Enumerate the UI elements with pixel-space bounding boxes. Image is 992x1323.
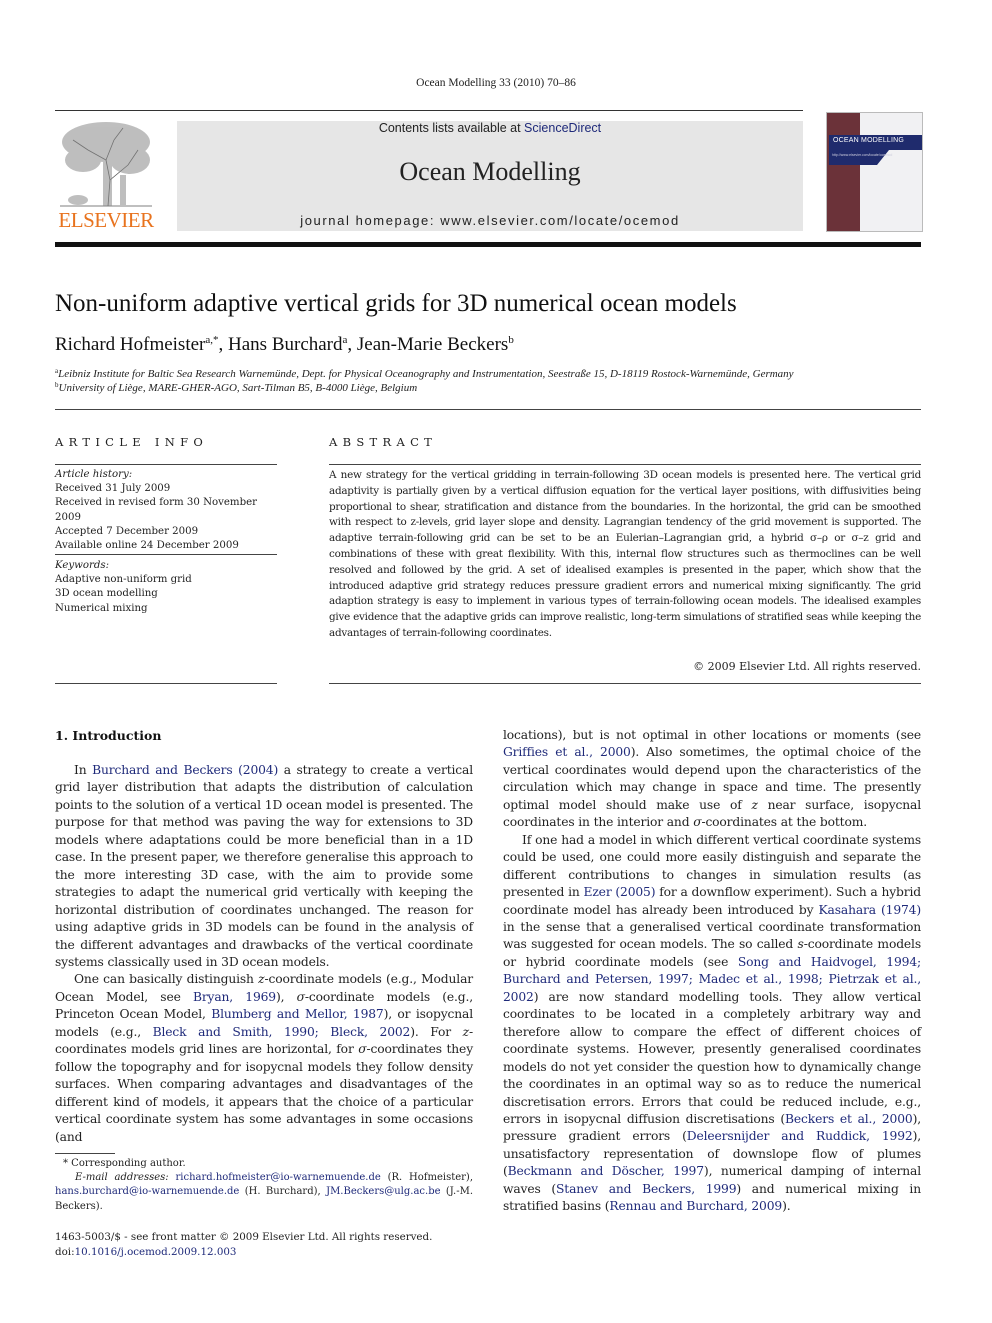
- paragraph: If one had a model in which different ve…: [503, 832, 922, 1214]
- author-affil-marker[interactable]: a,*: [205, 334, 218, 346]
- affiliation-b: bUniversity of Liège, MARE-GHER-AGO, Sar…: [55, 381, 417, 394]
- keywords: Keywords: Adaptive non-uniform grid 3D o…: [55, 559, 277, 616]
- math-symbol: z: [258, 972, 265, 987]
- journal-title: Ocean Modelling: [399, 157, 581, 186]
- keywords-label: Keywords:: [55, 560, 110, 571]
- email-link[interactable]: JM.Beckers@ulg.ac.be: [326, 1186, 440, 1197]
- author-name[interactable]: Richard Hofmeister: [55, 334, 205, 355]
- doi-prefix: doi:: [55, 1245, 75, 1258]
- divider: [55, 464, 277, 465]
- divider: [55, 409, 921, 410]
- divider: [329, 464, 921, 465]
- article-title: Non-uniform adaptive vertical grids for …: [55, 290, 737, 317]
- divider: [329, 683, 921, 684]
- math-symbol: σ: [358, 1042, 367, 1057]
- math-symbol: σ: [693, 815, 702, 830]
- math-symbol: σ: [296, 989, 305, 1004]
- abstract-heading: ABSTRACT: [329, 435, 438, 449]
- history-label: Article history:: [55, 469, 133, 480]
- citation-link[interactable]: Griffies et al., 2000: [503, 745, 631, 759]
- elsevier-logo[interactable]: ELSEVIER: [54, 120, 158, 232]
- citation-link[interactable]: Beckmann and Döscher, 1997: [508, 1164, 704, 1178]
- cover-maroon-strip: [827, 113, 860, 231]
- keyword: Adaptive non-uniform grid: [55, 574, 192, 586]
- citation-link[interactable]: Song and Haidvogel, 1994; Burchard and P…: [503, 955, 921, 1004]
- author-affil-marker[interactable]: b: [508, 334, 514, 346]
- math-symbol: z: [751, 797, 758, 812]
- keyword: Numerical mixing: [55, 602, 148, 614]
- citation-link[interactable]: Beckers et al., 2000: [785, 1112, 913, 1126]
- email-owner: (R. Hofmeister),: [380, 1172, 473, 1184]
- sciencedirect-link[interactable]: ScienceDirect: [524, 121, 601, 135]
- author-name[interactable]: Hans Burchard: [228, 334, 343, 355]
- abstract-text: A new strategy for the vertical gridding…: [329, 469, 921, 639]
- corresponding-author-note: * Corresponding author.: [63, 1158, 186, 1169]
- contents-line: Contents lists available at ScienceDirec…: [177, 121, 803, 135]
- keyword: 3D ocean modelling: [55, 588, 158, 600]
- affiliation-a: aLeibniz Institute for Baltic Sea Resear…: [55, 367, 794, 380]
- citation-link[interactable]: Stanev and Beckers, 1999: [556, 1182, 737, 1196]
- citation-link[interactable]: Bryan, 1969: [193, 990, 276, 1004]
- masthead-rule: [55, 242, 921, 247]
- history-item: Received 31 July 2009: [55, 483, 171, 495]
- citation-link[interactable]: Burchard and Beckers (2004): [92, 763, 278, 777]
- email-link[interactable]: hans.burchard@io-warnemuende.de: [55, 1186, 239, 1197]
- journal-banner: Contents lists available at ScienceDirec…: [177, 121, 803, 231]
- history-item: Accepted 7 December 2009: [55, 525, 199, 537]
- header-rule: [55, 110, 803, 111]
- journal-cover-image[interactable]: OCEAN MODELLING http://www.elsevier.com/…: [826, 112, 923, 232]
- journal-homepage[interactable]: journal homepage: www.elsevier.com/locat…: [177, 213, 803, 228]
- article-history: Article history: Received 31 July 2009 R…: [55, 468, 277, 553]
- footnote-rule: [55, 1153, 115, 1154]
- author-separator: ,: [347, 334, 357, 355]
- email-link[interactable]: richard.hofmeister@io-warnemuende.de: [175, 1172, 380, 1183]
- affiliation-text: Leibniz Institute for Baltic Sea Researc…: [58, 368, 794, 380]
- footnote: * Corresponding author. E-mail addresses…: [55, 1157, 473, 1214]
- cover-title: OCEAN MODELLING: [833, 137, 905, 144]
- running-head: Ocean Modelling 33 (2010) 70–86: [416, 77, 576, 89]
- citation-link[interactable]: Ezer (2005): [584, 885, 656, 899]
- author-name[interactable]: Jean-Marie Beckers: [357, 334, 508, 355]
- abstract-copyright: © 2009 Elsevier Ltd. All rights reserved…: [693, 660, 921, 673]
- email-label: E-mail addresses:: [75, 1172, 169, 1184]
- elsevier-wordmark: ELSEVIER: [58, 208, 154, 232]
- affiliation-text: University of Liège, MARE-GHER-AGO, Sart…: [58, 382, 418, 394]
- math-symbol: z: [462, 1024, 470, 1039]
- doi-line: doi:10.1016/j.ocemod.2009.12.003: [55, 1245, 432, 1260]
- issn-line: 1463-5003/$ - see front matter © 2009 El…: [55, 1231, 433, 1243]
- math-symbol: s: [797, 937, 804, 952]
- body-column-right: locations), but is not optimal in other …: [503, 727, 921, 1216]
- article-info-heading: ARTICLE INFO: [55, 435, 209, 449]
- paragraph: locations), but is not optimal in other …: [503, 728, 921, 830]
- author-list: Richard Hofmeistera,*, Hans Burcharda, J…: [55, 334, 514, 356]
- paragraph: One can basically distinguish z-coordina…: [55, 972, 474, 1144]
- contents-prefix: Contents lists available at: [378, 121, 525, 135]
- cover-url: http://www.elsevier.com/locate/ocemod: [832, 153, 893, 157]
- body-column-left: In Burchard and Beckers (2004) a strateg…: [55, 762, 473, 1146]
- page-footer: 1463-5003/$ - see front matter © 2009 El…: [55, 1230, 432, 1259]
- doi-link[interactable]: 10.1016/j.ocemod.2009.12.003: [75, 1246, 237, 1258]
- citation-link[interactable]: Bleck and Smith, 1990; Bleck, 2002: [153, 1025, 411, 1039]
- email-owner: (H. Burchard),: [239, 1186, 327, 1198]
- citation-link[interactable]: Rennau and Burchard, 2009: [609, 1199, 782, 1213]
- history-item: Received in revised form 30 November 200…: [55, 497, 258, 523]
- citation-link[interactable]: Blumberg and Mellor, 1987: [211, 1007, 384, 1021]
- citation-link[interactable]: Deleersnijder and Ruddick, 1992: [687, 1129, 913, 1143]
- history-item: Available online 24 December 2009: [55, 540, 239, 552]
- email-addresses: E-mail addresses: richard.hofmeister@io-…: [55, 1171, 473, 1214]
- divider: [55, 683, 277, 684]
- section-heading: 1. Introduction: [55, 728, 162, 743]
- citation-link[interactable]: Kasahara (1974): [819, 903, 922, 917]
- paragraph: In Burchard and Beckers (2004) a strateg…: [55, 763, 473, 969]
- divider: [55, 554, 277, 555]
- author-separator: ,: [218, 334, 229, 355]
- elsevier-tree-icon: [60, 122, 152, 207]
